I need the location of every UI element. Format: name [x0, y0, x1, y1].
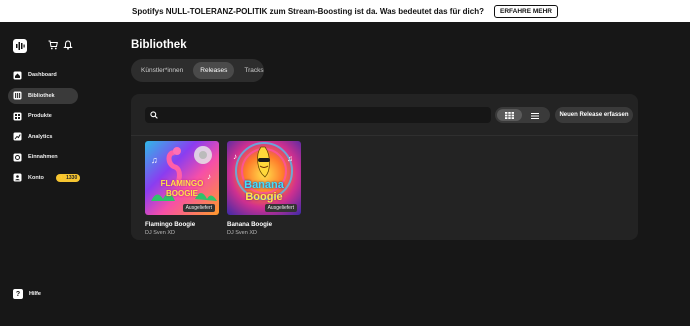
release-title: Banana Boogie — [227, 221, 273, 228]
release-artist: DJ Sven XD — [145, 230, 175, 236]
release-cover: ♫ ♪ FLAMINGO BOOGIE Ausgeliefert — [145, 141, 219, 215]
release-title: Flamingo Boogie — [145, 221, 196, 228]
svg-text:♪: ♪ — [233, 152, 237, 161]
sidebar-item-dashboard[interactable]: Dashboard — [8, 67, 78, 83]
svg-text:♫: ♫ — [151, 155, 158, 165]
chart-icon — [13, 132, 22, 141]
cover-title-line1: FLAMINGO — [160, 179, 204, 188]
release-card[interactable]: ♫ ♪ FLAMINGO BOOGIE Ausgeliefert Flaming… — [145, 141, 219, 236]
cover-title-line2: Boogie — [245, 191, 283, 203]
tab-tracks[interactable]: Tracks — [237, 62, 270, 79]
new-release-button[interactable]: Neuen Release erfassen — [555, 107, 633, 123]
tab-kuenstlerinnen[interactable]: Künstler*innen — [134, 62, 190, 79]
credits-count: 1330 — [66, 174, 78, 181]
sidebar-item-einnahmen[interactable]: Einnahmen — [8, 149, 78, 165]
grid-view-button[interactable] — [497, 109, 522, 121]
search-input[interactable] — [162, 112, 482, 118]
svg-text:♫: ♫ — [287, 154, 293, 163]
sidebar-item-label: Produkte — [28, 113, 52, 119]
sidebar-item-label: Dashboard — [28, 72, 57, 78]
help-label: Hilfe — [29, 291, 41, 297]
learn-more-button[interactable]: ERFAHRE MEHR — [494, 4, 559, 18]
status-badge: Ausgeliefert — [264, 204, 297, 212]
view-toggle — [495, 107, 550, 123]
sidebar-item-label: Bibliothek — [28, 92, 55, 99]
user-icon — [13, 173, 22, 182]
grid-view-icon — [505, 106, 514, 124]
cart-icon[interactable] — [47, 39, 59, 51]
banner-text: Spotifys NULL-TOLERANZ-POLITIK zum Strea… — [131, 6, 484, 16]
status-badge: Ausgeliefert — [182, 204, 215, 212]
cover-title-line2: BOOGIE — [165, 189, 198, 198]
releases-panel: Neuen Release erfassen ♫ ♪ FLAMINGO BOOG… — [131, 94, 638, 240]
sidebar-item-label: Einnahmen — [28, 154, 58, 160]
sidebar-item-analytics[interactable]: Analytics — [8, 129, 78, 145]
grid-icon — [13, 112, 22, 121]
sidebar-item-konto[interactable]: Konto ⚡ 1330 — [8, 170, 81, 186]
release-cover: ♪ ♫ Banana Boogie Ausgeliefert — [227, 141, 301, 215]
library-icon — [13, 91, 22, 100]
help-link[interactable]: ? Hilfe — [13, 289, 41, 299]
cover-title-line1: Banana — [244, 179, 284, 191]
sidebar: Dashboard Bibliothek Produkte Analytics … — [0, 22, 84, 326]
search-icon — [150, 106, 158, 124]
divider — [131, 135, 638, 136]
announcement-banner: Spotifys NULL-TOLERANZ-POLITIK zum Strea… — [0, 0, 690, 22]
list-view-button[interactable] — [522, 109, 547, 121]
release-card[interactable]: ♪ ♫ Banana Boogie Ausgeliefert Banana Bo… — [227, 141, 301, 236]
sidebar-nav: Dashboard Bibliothek Produkte Analytics … — [8, 67, 81, 190]
sidebar-item-produkte[interactable]: Produkte — [8, 108, 78, 124]
sidebar-item-bibliothek[interactable]: Bibliothek — [8, 87, 78, 104]
bell-icon[interactable] — [62, 39, 74, 51]
library-tabs: Künstler*innen Releases Tracks — [131, 59, 264, 82]
help-icon: ? — [13, 289, 23, 299]
list-view-icon — [530, 106, 539, 124]
search-field[interactable] — [145, 107, 491, 123]
money-icon — [13, 153, 22, 162]
lightning-icon: ⚡ — [58, 174, 66, 181]
home-icon — [13, 71, 22, 80]
sidebar-item-label: Konto — [28, 174, 44, 181]
logo-icon[interactable] — [13, 39, 27, 53]
credits-badge: ⚡ 1330 — [55, 173, 81, 182]
tab-releases[interactable]: Releases — [193, 62, 235, 79]
page-title: Bibliothek — [131, 39, 187, 51]
sidebar-item-label: Analytics — [28, 133, 53, 140]
release-artist: DJ Sven XD — [227, 230, 257, 236]
